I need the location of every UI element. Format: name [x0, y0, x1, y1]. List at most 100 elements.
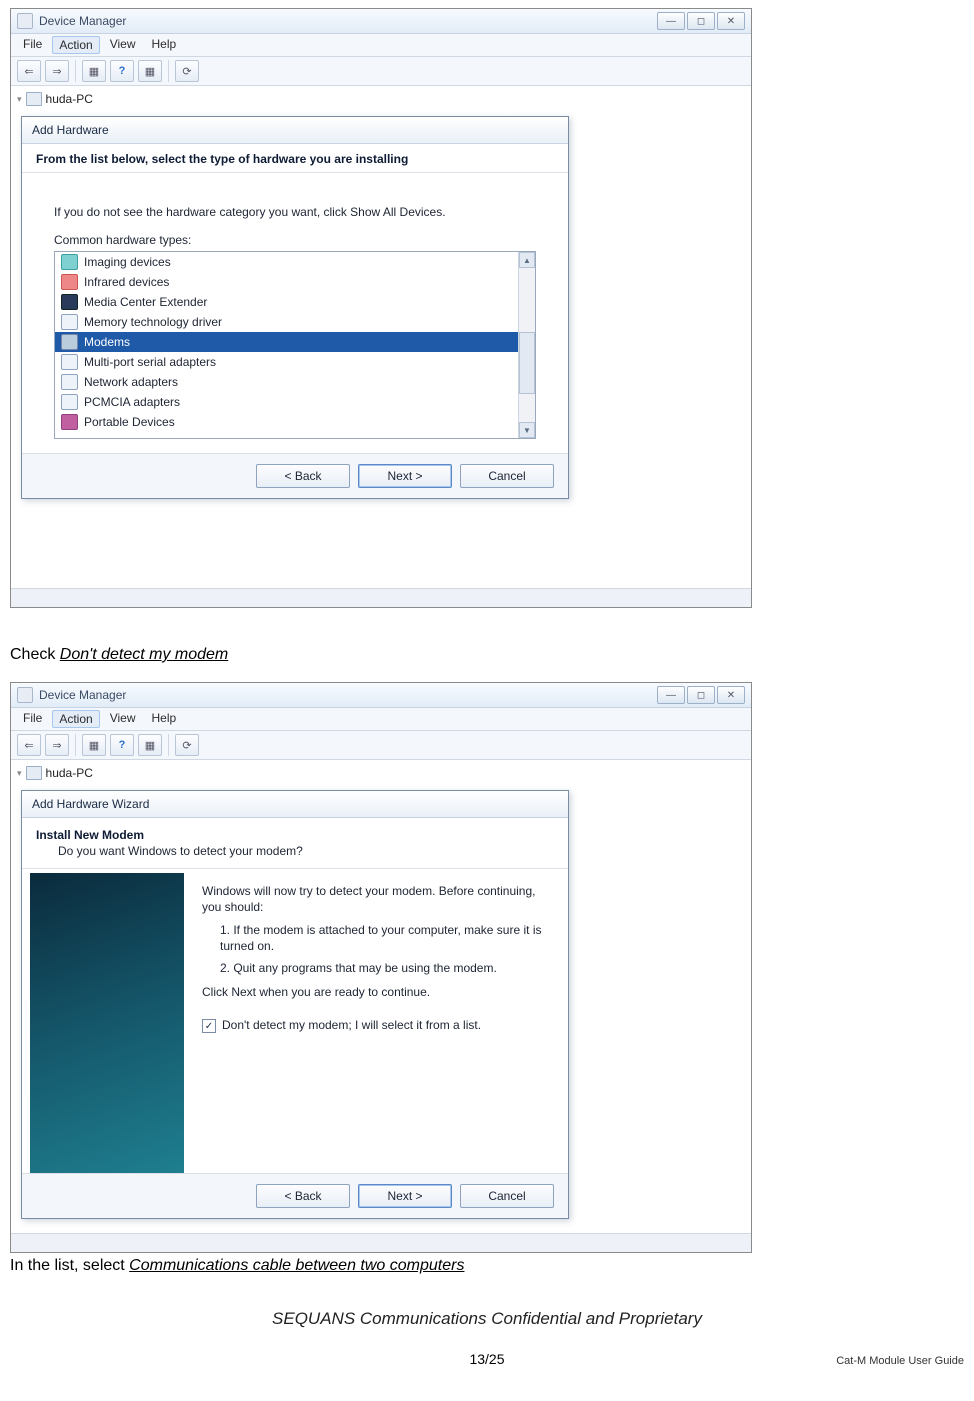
dialog-content-row: Windows will now try to detect your mode… — [22, 869, 568, 1173]
list-item[interactable]: Memory technology driver — [55, 312, 519, 332]
dialog-header-subtitle: Do you want Windows to detect your modem… — [36, 844, 554, 858]
wizard-paragraph: Windows will now try to detect your mode… — [202, 883, 550, 915]
pcmcia-icon — [61, 394, 78, 410]
tree-root-label: huda-PC — [46, 766, 93, 780]
scroll-up-icon[interactable]: ▲ — [519, 252, 535, 268]
menu-action[interactable]: Action — [52, 36, 99, 54]
window-title: Device Manager — [39, 688, 126, 702]
list-item[interactable]: Portable Devices — [55, 412, 519, 432]
cancel-button[interactable]: Cancel — [460, 464, 554, 488]
back-icon[interactable]: ⇐ — [17, 60, 41, 82]
list-item-label: Network adapters — [84, 375, 178, 389]
menu-action[interactable]: Action — [52, 710, 99, 728]
menu-view[interactable]: View — [104, 36, 142, 54]
add-hardware-wizard-dialog: Add Hardware Wizard Install New Modem Do… — [21, 790, 569, 1219]
titlebar: Device Manager — ◻ ✕ — [11, 9, 751, 34]
list-item-label: Media Center Extender — [84, 295, 207, 309]
add-hardware-dialog: Add Hardware From the list below, select… — [21, 116, 569, 499]
list-item-label: Infrared devices — [84, 275, 169, 289]
list-item-label: Modems — [84, 335, 130, 349]
cancel-button[interactable]: Cancel — [460, 1184, 554, 1208]
minimize-button[interactable]: — — [657, 12, 685, 30]
dialog-hint: If you do not see the hardware category … — [54, 205, 536, 219]
toolbar: ⇐ ⇒ ▦ ? ▦ ⟳ — [11, 730, 751, 760]
toolbar-icon[interactable]: ▦ — [82, 734, 106, 756]
instruction-line-2: In the list, select Communications cable… — [10, 1257, 964, 1275]
list-item-label: PCMCIA adapters — [84, 395, 180, 409]
back-button[interactable]: < Back — [256, 464, 350, 488]
back-button[interactable]: < Back — [256, 1184, 350, 1208]
toolbar-icon[interactable]: ▦ — [82, 60, 106, 82]
client-area: ▾huda-PC Add Hardware From the list belo… — [11, 86, 751, 588]
toolbar: ⇐ ⇒ ▦ ? ▦ ⟳ — [11, 56, 751, 86]
window-title: Device Manager — [39, 14, 126, 28]
dialog-title: Add Hardware Wizard — [22, 791, 568, 818]
toolbar-icon[interactable]: ▦ — [138, 734, 162, 756]
menu-view[interactable]: View — [104, 710, 142, 728]
list-item-label: Imaging devices — [84, 255, 171, 269]
list-item[interactable]: Network adapters — [55, 372, 519, 392]
forward-icon[interactable]: ⇒ — [45, 60, 69, 82]
instruction-line-1: Check Don't detect my modem — [10, 646, 964, 664]
scrollbar[interactable]: ▲ ▼ — [518, 252, 535, 438]
maximize-button[interactable]: ◻ — [687, 12, 715, 30]
instruction-emphasis: Communications cable between two compute… — [129, 1257, 464, 1274]
statusbar — [11, 588, 751, 607]
dialog-sublabel: Common hardware types: — [54, 233, 536, 247]
tree-root-label: huda-PC — [46, 92, 93, 106]
list-item-label: Memory technology driver — [84, 315, 222, 329]
list-item[interactable]: Imaging devices — [55, 252, 519, 272]
dialog-button-row: < Back Next > Cancel — [22, 1173, 568, 1218]
menu-help[interactable]: Help — [146, 710, 183, 728]
list-item-label: Portable Devices — [84, 415, 175, 429]
list-item[interactable]: Infrared devices — [55, 272, 519, 292]
maximize-button[interactable]: ◻ — [687, 686, 715, 704]
instruction-text: In the list, select — [10, 1257, 129, 1274]
portable-devices-icon — [61, 414, 78, 430]
scroll-thumb[interactable] — [519, 332, 535, 394]
next-button[interactable]: Next > — [358, 464, 452, 488]
help-icon[interactable]: ? — [110, 734, 134, 756]
scan-icon[interactable]: ⟳ — [175, 734, 199, 756]
dont-detect-checkbox-row[interactable]: ✓ Don't detect my modem; I will select i… — [202, 1018, 550, 1033]
help-icon[interactable]: ? — [110, 60, 134, 82]
scan-icon[interactable]: ⟳ — [175, 60, 199, 82]
statusbar — [11, 1233, 751, 1252]
checkbox[interactable]: ✓ — [202, 1019, 216, 1033]
list-item[interactable]: Media Center Extender — [55, 292, 519, 312]
infrared-devices-icon — [61, 274, 78, 290]
imaging-devices-icon — [61, 254, 78, 270]
minimize-button[interactable]: — — [657, 686, 685, 704]
hardware-types-listbox[interactable]: Imaging devices Infrared devices Media C… — [54, 251, 536, 439]
toolbar-icon[interactable]: ▦ — [138, 60, 162, 82]
instruction-emphasis: Don't detect my modem — [60, 646, 228, 663]
footer-confidential: SEQUANS Communications Confidential and … — [10, 1309, 964, 1329]
tree-root[interactable]: ▾huda-PC — [15, 88, 747, 110]
close-button[interactable]: ✕ — [717, 12, 745, 30]
list-item-selected[interactable]: Modems — [55, 332, 519, 352]
computer-icon — [26, 92, 42, 106]
close-button[interactable]: ✕ — [717, 686, 745, 704]
device-manager-window-2: Device Manager — ◻ ✕ File Action View He… — [10, 682, 752, 1253]
client-area: ▾huda-PC Add Hardware Wizard Install New… — [11, 760, 751, 1233]
app-icon — [17, 687, 33, 703]
next-button[interactable]: Next > — [358, 1184, 452, 1208]
instruction-text: Check — [10, 646, 60, 663]
dialog-button-row: < Back Next > Cancel — [22, 453, 568, 498]
menu-help[interactable]: Help — [146, 36, 183, 54]
tree-root[interactable]: ▾huda-PC — [15, 762, 747, 784]
device-manager-window-1: Device Manager — ◻ ✕ File Action View He… — [10, 8, 752, 608]
menubar: File Action View Help — [11, 708, 751, 730]
back-icon[interactable]: ⇐ — [17, 734, 41, 756]
modems-icon — [61, 334, 78, 350]
wizard-right-pane: Windows will now try to detect your mode… — [184, 869, 568, 1173]
menu-file[interactable]: File — [17, 710, 48, 728]
list-item-label: Multi-port serial adapters — [84, 355, 216, 369]
memory-driver-icon — [61, 314, 78, 330]
list-item[interactable]: Multi-port serial adapters — [55, 352, 519, 372]
menu-file[interactable]: File — [17, 36, 48, 54]
forward-icon[interactable]: ⇒ — [45, 734, 69, 756]
scroll-down-icon[interactable]: ▼ — [519, 422, 535, 438]
list-item[interactable]: PCMCIA adapters — [55, 392, 519, 412]
wizard-paragraph: Click Next when you are ready to continu… — [202, 984, 550, 1000]
